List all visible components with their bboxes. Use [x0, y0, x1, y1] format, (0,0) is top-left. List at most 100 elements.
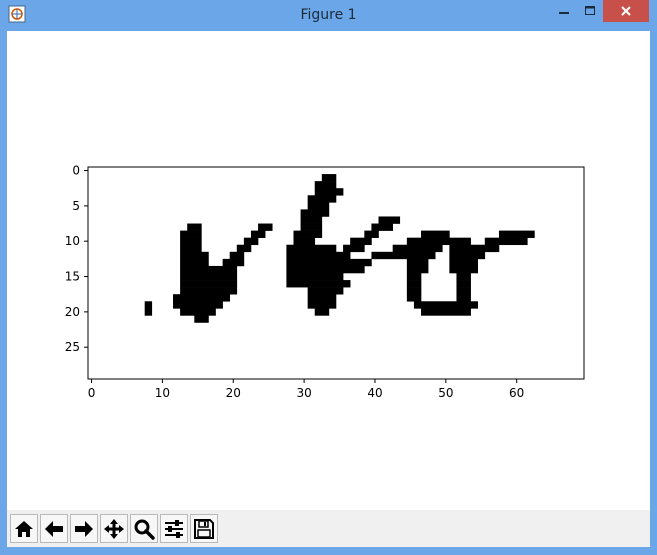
x-tick-label: 0 — [88, 386, 96, 400]
image-pixel-run — [144, 308, 153, 316]
move-icon — [104, 518, 124, 539]
image-pixel-run — [300, 223, 323, 231]
x-tick-label: 60 — [509, 386, 524, 400]
image-pixel-run — [173, 301, 223, 309]
navigation-toolbar — [7, 510, 650, 547]
image-pixel-run — [406, 237, 471, 246]
image-pixel-run — [371, 223, 393, 231]
image-pixel-run — [307, 301, 337, 309]
image-pixel-run — [229, 251, 245, 260]
image-pixel-run — [343, 244, 365, 253]
image-pixel-run — [180, 244, 202, 253]
floppy-disk-icon — [194, 518, 214, 539]
y-tick-label: 0 — [72, 164, 80, 178]
image-pixel-run — [180, 265, 238, 274]
image-pixel-run — [456, 273, 471, 281]
image-pixel-run — [456, 294, 471, 302]
maximize-button[interactable] — [577, 0, 603, 22]
image-pixel-run — [456, 287, 471, 295]
arrow-left-icon — [45, 520, 63, 537]
image-pixel-run — [180, 287, 238, 295]
image-pixel-run — [180, 237, 202, 246]
close-button[interactable] — [603, 0, 649, 22]
arrow-right-icon — [75, 520, 93, 537]
forward-button[interactable] — [70, 514, 98, 543]
image-pixel-run — [286, 244, 337, 253]
image-pixel-run — [222, 258, 245, 267]
image-pixel-run — [180, 280, 238, 288]
image-pixel-run — [286, 258, 372, 267]
y-tick-label: 5 — [72, 199, 80, 213]
minimize-icon — [559, 12, 569, 14]
image-pixel-run — [413, 301, 479, 309]
image-pixel-run — [243, 237, 259, 246]
image-pixel-run — [392, 244, 443, 253]
image-pixel-run — [300, 216, 323, 224]
image-pixel-run — [449, 258, 479, 267]
image-pixel-run — [180, 230, 202, 238]
image-pixel-run — [484, 237, 528, 246]
image-pixel-run — [378, 216, 401, 224]
image-pixel-run — [371, 251, 436, 260]
image-pixel-run — [406, 280, 422, 288]
image-pixel-run — [421, 230, 450, 238]
image-pixel-run — [350, 237, 372, 246]
title-bar[interactable]: Figure 1 — [0, 0, 657, 31]
image-pixel-run — [293, 230, 323, 238]
close-icon — [621, 6, 631, 16]
image-pixel-run — [180, 308, 216, 316]
image-pixel-run — [180, 273, 238, 281]
minimize-button[interactable] — [551, 0, 577, 22]
y-tick-label: 20 — [65, 305, 80, 319]
image-pixel-run — [307, 202, 330, 210]
image-pixel-run — [286, 251, 351, 260]
image-pixel-run — [406, 273, 422, 281]
image-pixel-run — [307, 195, 337, 203]
magnifier-icon — [134, 519, 155, 540]
figure-canvas-area: 0 10 20 30 40 50 60 0 5 10 15 20 25 — [7, 31, 650, 547]
image-pixel-run — [286, 280, 351, 288]
image-pixel-run — [449, 244, 500, 253]
image-pixel-run — [364, 230, 379, 238]
image-pixel-run — [180, 258, 209, 267]
image-pixel-run — [293, 237, 316, 246]
image-pixel-run — [321, 174, 337, 182]
image-pixel-run — [286, 273, 344, 281]
image-pixel-run — [307, 294, 337, 302]
back-button[interactable] — [40, 514, 68, 543]
image-plot[interactable]: 0 10 20 30 40 50 60 0 5 10 15 20 25 — [7, 31, 650, 510]
image-pixel-run — [406, 294, 422, 302]
image-pixel-run — [236, 244, 252, 253]
image-pixel-run — [314, 188, 344, 196]
x-tick-label: 10 — [155, 386, 170, 400]
image-pixel-run — [406, 265, 429, 274]
image-pixel-run — [144, 301, 153, 309]
y-tick-label: 15 — [65, 270, 80, 284]
image-pixel-run — [250, 230, 266, 238]
image-pixel-run — [449, 251, 486, 260]
image-pixel-run — [314, 181, 337, 189]
image-pixel-run — [286, 265, 365, 274]
y-tick-label: 25 — [65, 340, 80, 354]
figure-window: Figure 1 0 10 20 30 40 50 60 0 5 10 15 20 25 — [0, 0, 657, 555]
sliders-icon — [165, 519, 183, 538]
image-pixel-run — [194, 315, 209, 323]
x-tick-label: 20 — [226, 386, 241, 400]
image-pixel-run — [449, 265, 479, 274]
image-pixel-run — [498, 230, 535, 238]
image-pixel-run — [187, 223, 202, 231]
image-pixel-run — [300, 209, 330, 217]
save-button[interactable] — [190, 514, 218, 543]
image-pixel-run — [258, 223, 273, 231]
y-tick-label: 10 — [65, 234, 80, 248]
image-pixel-run — [314, 308, 330, 316]
pan-button[interactable] — [100, 514, 128, 543]
x-tick-label: 50 — [438, 386, 453, 400]
image-pixel-run — [180, 251, 209, 260]
x-tick-label: 40 — [367, 386, 382, 400]
configure-subplots-button[interactable] — [160, 514, 188, 543]
zoom-button[interactable] — [130, 514, 158, 543]
image-pixel-run — [173, 294, 231, 302]
home-button[interactable] — [10, 514, 38, 543]
image-pixel-run — [307, 287, 344, 295]
